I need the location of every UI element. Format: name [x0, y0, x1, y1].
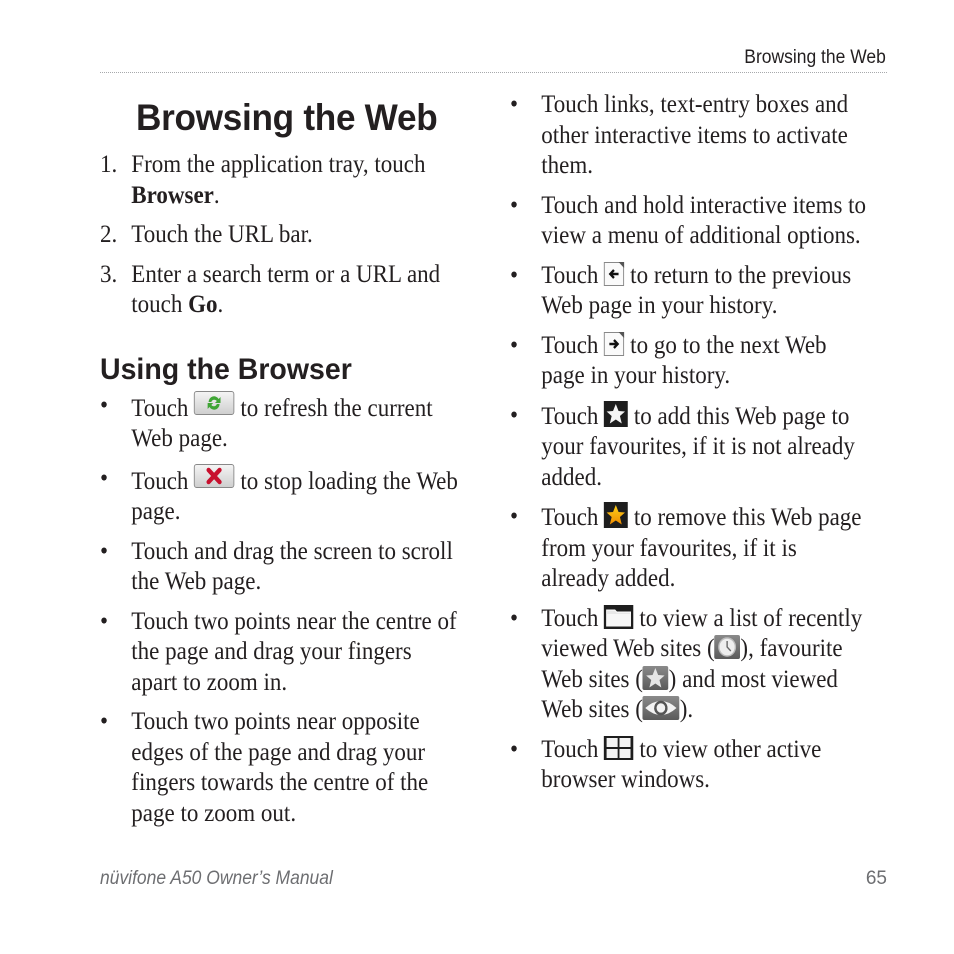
bullet-text: Touch: [131, 467, 195, 495]
right-column: • Touch links, text-entry boxes and othe…: [510, 90, 900, 805]
page-title: Browsing the Web: [136, 97, 438, 138]
bullet: •: [100, 391, 109, 419]
step-number: 2.: [100, 221, 118, 248]
bullet-text: Touch two points near opposite edges of …: [131, 708, 429, 827]
bullet: •: [100, 464, 109, 492]
step-number: 1.: [100, 151, 118, 178]
bullet-item: • Touch two points near opposite edges o…: [100, 707, 459, 829]
bullet-item: • Touch to view a list of recently viewe…: [510, 604, 869, 726]
bullet: •: [100, 607, 109, 635]
bullet-text: Touch: [541, 261, 605, 289]
step-text: .: [217, 291, 224, 318]
step-text: From the application tray, touch: [131, 151, 426, 178]
bullet: •: [510, 91, 519, 118]
bullet-item: • Touch and hold interactive items to vi…: [510, 191, 869, 252]
bullet: •: [510, 191, 519, 219]
bullet: •: [510, 503, 519, 530]
remove-favourite-icon: [604, 502, 629, 528]
step-text: .: [213, 181, 220, 209]
bullet: •: [100, 708, 109, 735]
refresh-icon: [194, 390, 235, 415]
bullet-text: Touch: [541, 504, 605, 531]
stop-icon: [194, 463, 235, 488]
folder-icon: [604, 604, 634, 629]
bullet-item: • Touch to go to the next Web page in yo…: [510, 331, 869, 392]
bullet-text: Touch: [541, 402, 605, 430]
running-head: Browsing the Web: [744, 47, 886, 68]
forward-icon: [604, 331, 625, 356]
bullet-text: ).: [679, 696, 694, 723]
step-text: Enter a search term or a URL and touch: [131, 260, 441, 319]
page-number: 65: [865, 868, 887, 889]
left-column: Browsing the Web 1. From the application…: [100, 90, 490, 838]
step-item: 2. Touch the URL bar.: [100, 220, 459, 251]
bullet: •: [510, 401, 519, 429]
header-rule: [100, 72, 887, 73]
bullet: •: [510, 261, 519, 289]
bullet-item: • Touch to return to the previous Web pa…: [510, 261, 869, 322]
windows-icon: [604, 735, 634, 760]
manual-title: nüvifone A50 Owner’s Manual: [100, 868, 333, 889]
bullet-item: • Touch two points near the centre of th…: [100, 607, 459, 699]
bullet-item: • Touch to add this Web page to your fav…: [510, 400, 869, 494]
bullet-text: Touch and hold interactive items to view…: [541, 191, 867, 250]
step-item: 1. From the application tray, touch Brow…: [100, 150, 459, 211]
bullet-text: Touch: [541, 604, 605, 632]
eye-icon: [642, 696, 680, 720]
bullet-item: • Touch to remove this Web page from you…: [510, 502, 869, 595]
bullet-text: Touch links, text-entry boxes and other …: [541, 91, 849, 179]
bullet-item: • Touch to view other active browser win…: [510, 735, 869, 796]
bullet-text: Touch: [541, 331, 605, 359]
bullet-text: Touch and drag the screen to scroll the …: [131, 537, 453, 596]
bullet-item: • Touch to stop loading the Web page.: [100, 463, 459, 528]
bullet-item: • Touch links, text-entry boxes and othe…: [510, 90, 869, 182]
bullet: •: [510, 735, 519, 763]
bullet-item: • Touch to refresh the current Web page.: [100, 390, 459, 455]
step-bold: Browser: [131, 181, 214, 209]
back-icon: [604, 261, 625, 286]
bullet-item: • Touch and drag the screen to scroll th…: [100, 537, 459, 598]
add-favourite-icon: [604, 400, 629, 427]
step-text: Touch the URL bar.: [131, 221, 313, 248]
bullet-text: Touch: [541, 735, 605, 763]
clock-icon: [714, 635, 741, 659]
bullet: •: [510, 331, 519, 359]
section-heading: Using the Browser: [100, 352, 352, 386]
bullet-text: Touch: [131, 394, 195, 422]
bullet: •: [510, 604, 519, 632]
step-number: 3.: [100, 260, 118, 288]
star-icon: [642, 665, 669, 690]
bullet-text: Touch two points near the centre of the …: [131, 607, 457, 696]
step-item: 3. Enter a search term or a URL and touc…: [100, 260, 459, 321]
step-bold: Go: [188, 291, 218, 318]
bullet: •: [100, 537, 109, 565]
